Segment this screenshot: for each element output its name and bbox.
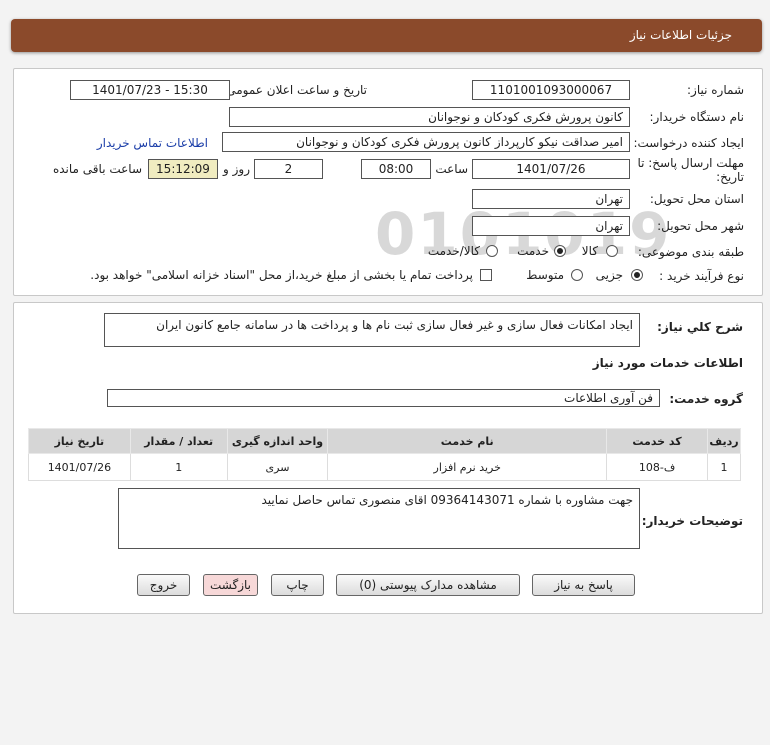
treasury-payment-note: پرداخت تمام یا بخشی از مبلغ خرید،از محل … [90,268,473,282]
days-field[interactable]: 2 [254,159,323,179]
creator-label: ایجاد کننده درخواست: [633,136,744,150]
exit-button[interactable]: خروج [137,574,190,596]
summary-label: شرح کلي نياز: [657,320,743,334]
remaining-time-field: 15:12:09 [148,159,218,179]
treasury-payment-checkbox[interactable] [480,269,492,281]
buyer-notes-label: توضیحات خریدار: [641,514,743,528]
deadline-time-field[interactable]: 08:00 [361,159,431,179]
process-option-minor: جزیی [595,268,623,282]
col-service-name: نام خدمت [327,428,608,454]
col-row: ردیف [706,428,742,454]
cell-unit: سری [226,453,329,481]
buyer-notes-field[interactable]: جهت مشاوره با شماره 09364143071 اقای منص… [118,488,640,549]
process-label: نوع فرآیند خرید : [659,269,744,283]
contact-info-link[interactable]: اطلاعات تماس خریدار [97,136,208,150]
announce-datetime-field[interactable]: 1401/07/23 - 15:30 [70,80,230,100]
announce-label: تاریخ و ساعت اعلان عمومی: [222,83,367,97]
need-number-label: شماره نیاز: [687,83,744,97]
cell-date: 1401/07/26 [28,453,131,481]
cell-row: 1 [706,453,742,481]
reply-button[interactable]: پاسخ به نیاز [532,574,635,596]
buyer-field[interactable]: کانون پرورش فکری کودکان و نوجوانان [229,107,630,127]
process-radio-medium[interactable] [571,269,583,281]
service-group-field[interactable]: فن آوری اطلاعات [107,389,660,407]
remaining-label: ساعت باقی مانده [52,162,142,176]
need-number-field[interactable]: 1101001093000067 [472,80,630,100]
province-label: استان محل تحویل: [649,192,744,206]
col-service-code: کد خدمت [606,428,708,454]
category-option-service: خدمت [517,244,549,258]
deadline-date-field[interactable]: 1401/07/26 [472,159,630,179]
province-field[interactable]: تهران [472,189,630,209]
category-label: طبقه بندی موضوعی: [637,245,744,259]
page-title: جزئیات اطلاعات نیاز [629,28,732,42]
services-heading: اطلاعات خدمات مورد نیاز [592,356,743,370]
city-label: شهر محل تحویل: [657,219,744,233]
table-header-row: تاریخ نیاز تعداد / مقدار واحد اندازه گیر… [28,428,742,454]
days-label: روز و [223,162,250,176]
cell-quantity: 1 [129,453,228,481]
print-button[interactable]: چاپ [271,574,324,596]
category-option-goods-service: کالا/خدمت [427,244,480,258]
deadline-label: مهلت ارسال پاسخ: تا تاریخ: [637,156,744,184]
category-radio-goods-service[interactable] [486,245,498,257]
city-field[interactable]: تهران [472,216,630,236]
col-unit: واحد اندازه گیری [226,428,329,454]
creator-field[interactable]: امیر صداقت نیکو کارپرداز کانون پرورش فکر… [222,132,630,152]
category-option-goods: کالا [581,244,598,258]
category-radio-service[interactable] [554,245,566,257]
title-bar: جزئیات اطلاعات نیاز [11,19,762,52]
cell-service-code: ف-108 [606,453,708,481]
cell-service-name: خرید نرم افزار [327,453,608,481]
col-quantity: تعداد / مقدار [129,428,228,454]
deadline-time-label: ساعت [435,162,468,176]
col-date: تاریخ نیاز [28,428,131,454]
service-group-label: گروه خدمت: [669,392,743,406]
services-table: تاریخ نیاز تعداد / مقدار واحد اندازه گیر… [28,428,742,481]
table-row: 1401/07/26 1 سری خرید نرم افزار ف-108 1 [28,453,742,481]
category-radio-goods[interactable] [606,245,618,257]
back-button[interactable]: بازگشت [203,574,258,596]
attachments-button[interactable]: مشاهده مدارک پیوستی (0) [336,574,520,596]
buyer-label: نام دستگاه خریدار: [649,110,745,124]
summary-field[interactable]: ایجاد امکانات فعال سازی و غیر فعال سازی … [104,313,640,347]
process-option-medium: متوسط [526,268,564,282]
process-radio-minor[interactable] [631,269,643,281]
